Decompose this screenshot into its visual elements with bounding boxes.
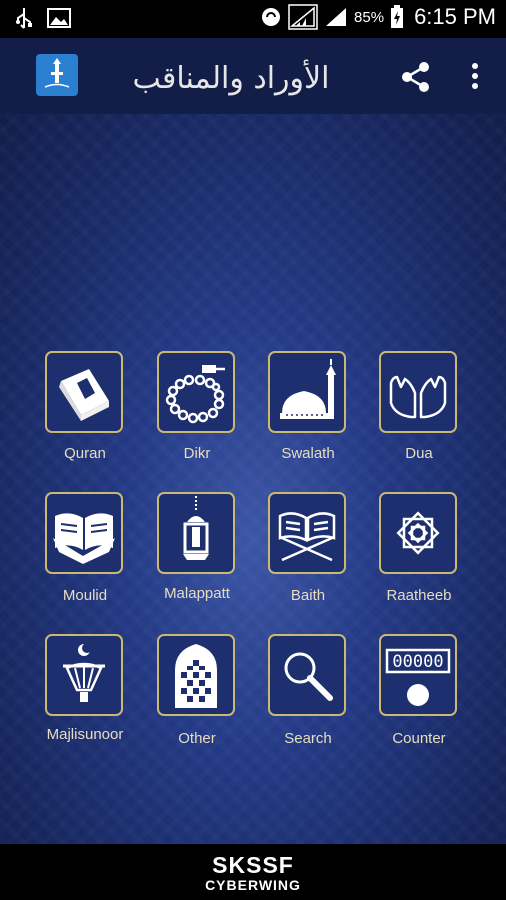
menu-item-baith[interactable]: Baith (253, 492, 363, 604)
menu-item-malappatt[interactable]: Malappatt (142, 492, 252, 602)
menu-item-counter[interactable]: 00000 Counter (364, 634, 474, 747)
app-title: الأوراد والمناقب (133, 58, 330, 96)
menu-item-label: Malappatt (164, 585, 230, 602)
signal-icon (326, 8, 347, 26)
menu-grid: Quran Dikr Swalath Dua Moulid Malappatt … (0, 114, 506, 844)
menu-item-raatheeb[interactable]: Raatheeb (364, 492, 474, 604)
brand-subtitle: CYBERWING (205, 877, 301, 893)
battery-charging-icon (391, 5, 404, 28)
open-book-icon (53, 513, 115, 564)
quran-book-icon (59, 369, 109, 421)
lantern-icon (183, 496, 209, 560)
menu-item-label: Counter (392, 730, 446, 747)
menu-item-majlisunoor[interactable]: Majlisunoor (30, 634, 140, 744)
brand-footer: SKSSF CYBERWING (0, 844, 506, 900)
menu-item-label: Dikr (183, 445, 211, 462)
sync-icon (262, 8, 281, 26)
clock: 6:15 PM (414, 4, 496, 29)
menu-item-dua[interactable]: Dua (364, 351, 474, 462)
menu-item-label: Baith (290, 587, 326, 604)
menu-item-label: Dua (405, 445, 433, 462)
menu-item-label: Quran (64, 445, 106, 462)
usb-icon (16, 8, 32, 29)
menu-item-moulid[interactable]: Moulid (30, 492, 140, 604)
status-bar: 85% 6:15 PM (0, 0, 506, 38)
signal-icon (288, 4, 318, 30)
menu-item-swalath[interactable]: Swalath (253, 351, 363, 462)
menu-item-label: Other (178, 730, 216, 747)
arch-window-icon (175, 644, 217, 708)
more-vert-icon[interactable] (460, 58, 490, 96)
book-stand-icon (278, 512, 336, 562)
menu-item-search[interactable]: Search (253, 634, 363, 747)
praying-hands-icon (389, 375, 447, 419)
menu-item-label: Swalath (281, 445, 335, 462)
app-bar: الأوراد والمناقب (0, 38, 506, 114)
counter-icon: 00000 (385, 648, 451, 706)
menu-item-label: Majlisunoor (46, 726, 124, 743)
image-icon (47, 8, 71, 28)
star-pattern-icon (396, 511, 440, 555)
prayer-beads-icon (165, 365, 225, 424)
app-logo-icon[interactable] (36, 54, 78, 96)
svg-text:00000: 00000 (392, 652, 443, 672)
menu-item-label: Raatheeb (386, 587, 452, 604)
menu-item-label: Search (284, 730, 332, 747)
menu-item-quran[interactable]: Quran (30, 351, 140, 462)
menu-item-label: Moulid (62, 587, 108, 604)
menu-item-dikr[interactable]: Dikr (142, 351, 252, 462)
search-icon (284, 652, 333, 701)
app-title-calligraphy: الأوراد والمناقب (128, 52, 334, 102)
menu-item-other[interactable]: Other (142, 634, 252, 747)
lamp-crescent-icon (63, 643, 105, 702)
mosque-icon (280, 359, 336, 419)
battery-percent: 85% (354, 8, 385, 26)
share-icon[interactable] (397, 58, 435, 96)
brand-name: SKSSF (212, 852, 294, 878)
